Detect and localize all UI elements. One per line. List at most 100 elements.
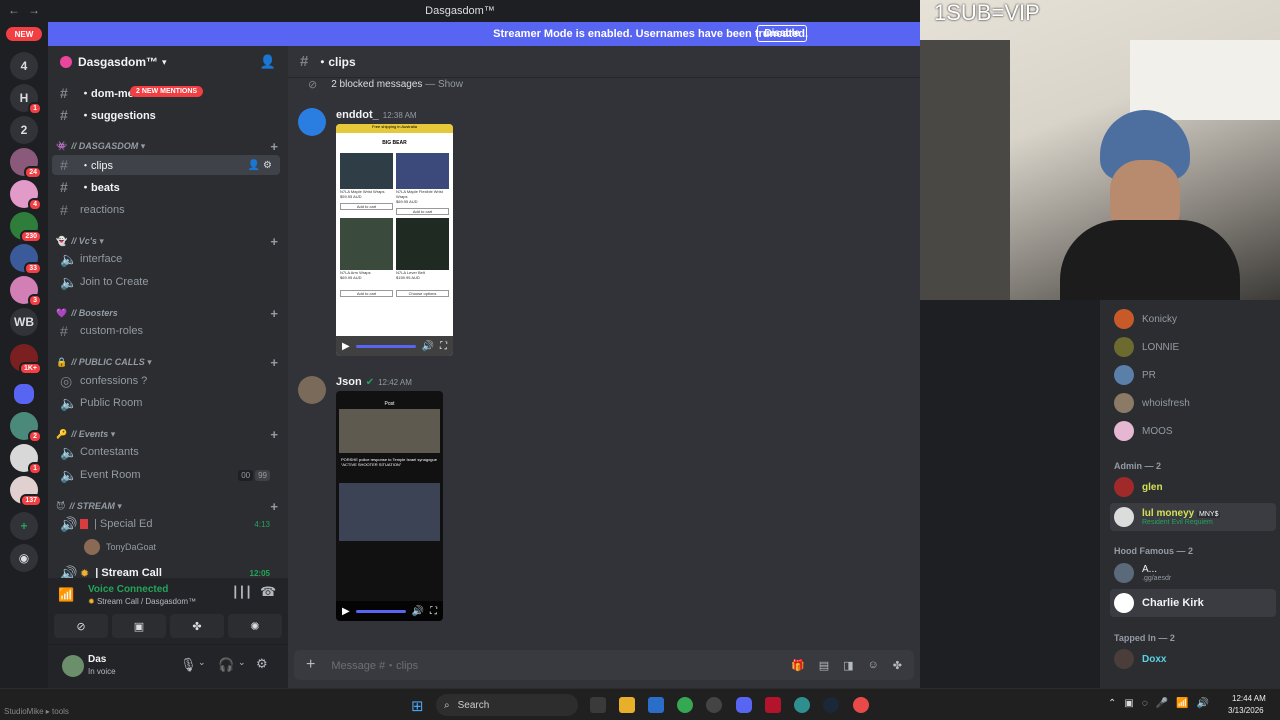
server-icon[interactable]: H1 (10, 84, 42, 115)
channel-interface[interactable]: 🔈 interface (52, 249, 280, 269)
store-icon[interactable] (648, 697, 664, 713)
channel-suggestions[interactable]: # ・suggestions (52, 105, 280, 125)
category-boosters[interactable]: 💜// Boosters + (56, 306, 282, 321)
avatar[interactable] (298, 376, 326, 404)
play-icon[interactable]: ▶ (342, 606, 350, 617)
add-channel-icon[interactable]: + (270, 306, 278, 321)
member-row[interactable]: Doxx (1114, 647, 1166, 671)
server-icon[interactable]: WB (10, 308, 38, 336)
server-icon[interactable]: 137 (10, 476, 42, 507)
server-icon[interactable]: 2 (10, 412, 42, 443)
windows-start-icon[interactable]: ⊞ (411, 697, 424, 715)
clock-time[interactable]: 12:44 AM (1232, 694, 1266, 703)
chrome-icon[interactable] (677, 697, 693, 713)
channel-public-room[interactable]: 🔈 Public Room (52, 393, 280, 413)
category-dasgasdom[interactable]: 👾// DASGASDOM ▾ + (56, 139, 282, 154)
add-channel-icon[interactable]: + (270, 355, 278, 370)
category-events[interactable]: 🔑// Events ▾ + (56, 427, 282, 442)
avatar[interactable] (298, 108, 326, 136)
chrome-alt-icon[interactable] (853, 697, 869, 713)
add-channel-icon[interactable]: + (270, 499, 278, 514)
member-row[interactable]: glen (1114, 475, 1163, 499)
gif-icon[interactable]: ▤ (819, 659, 829, 672)
microphone-icon[interactable]: 🎙 (180, 657, 197, 673)
category-vcs[interactable]: 👻// Vc's ▾ + (56, 234, 282, 249)
show-blocked-link[interactable]: — Show (425, 79, 463, 90)
server-icon[interactable]: 4 (10, 180, 42, 211)
member-row[interactable]: whoisfresh (1114, 391, 1190, 415)
play-icon[interactable]: ▶ (342, 341, 350, 352)
server-icon[interactable]: 33 (10, 244, 42, 275)
category-stream[interactable]: 😈// STREAM ▾ + (56, 499, 282, 514)
gift-icon[interactable]: 🎁 (791, 659, 805, 672)
noise-suppression-icon[interactable]: ┃┃┃ (232, 586, 252, 599)
add-channel-icon[interactable]: + (270, 139, 278, 154)
guild-header[interactable]: Dasgasdom™ ▾ 👤 (48, 46, 288, 78)
file-explorer-icon[interactable] (619, 697, 635, 713)
add-member-icon[interactable]: 👤 (260, 54, 276, 70)
camera-off-icon[interactable]: ⊘ (54, 614, 108, 638)
volume-icon[interactable]: 🔊 (422, 341, 434, 352)
chrome-profile-icon[interactable] (794, 697, 810, 713)
server-icon[interactable]: 1K+ (10, 344, 42, 375)
clock-date[interactable]: 3/13/2026 (1228, 706, 1264, 715)
member-row[interactable]: MOOS (1114, 419, 1173, 443)
system-tray-icons[interactable]: ⌃▣◌🎤📶🔊 (1108, 698, 1217, 709)
server-icon[interactable]: 3 (10, 276, 42, 307)
obs-icon[interactable] (706, 697, 722, 713)
video-attachment[interactable]: Free shipping in Australia BIG BEAR N7LA… (336, 124, 453, 356)
member-row[interactable]: PR (1114, 363, 1156, 387)
back-forward-icons[interactable]: ←→ (8, 3, 48, 17)
channel-reactions[interactable]: # reactions (52, 200, 280, 220)
disable-button[interactable]: Disable (757, 25, 807, 42)
disconnect-icon[interactable]: ☎ (260, 584, 276, 600)
message-author[interactable]: enddot_ (336, 109, 379, 121)
taskbar-search[interactable]: ⌕ Search (436, 694, 578, 716)
discover-icon[interactable]: ◉ (10, 544, 38, 572)
new-pill[interactable]: NEW (6, 27, 42, 41)
new-mentions-pill[interactable]: 2 NEW MENTIONS (130, 86, 204, 97)
member-row[interactable]: LONNIE (1114, 335, 1179, 359)
video-progress[interactable] (355, 344, 416, 348)
discord-icon[interactable] (736, 697, 752, 713)
voice-user-tonydagoat[interactable]: TonyDaGoat (76, 537, 280, 557)
fullscreen-icon[interactable]: ⛶ (430, 606, 437, 617)
chevron-down-icon[interactable]: ⌄ (198, 657, 206, 668)
channel-confessions[interactable]: ◎ confessions ? (52, 371, 280, 391)
apps-icon[interactable]: ✤ (893, 659, 902, 672)
channel-beats[interactable]: # ・beats (52, 177, 280, 197)
fullscreen-icon[interactable]: ⛶ (440, 341, 447, 352)
video-attachment[interactable]: Post PORSHE police response to Temple Is… (336, 391, 443, 621)
screen-share-icon[interactable]: ▣ (112, 614, 166, 638)
channel-special-ed[interactable]: 🔊 | Special Ed 4:13 (52, 514, 280, 534)
sticker-icon[interactable]: ◨ (843, 659, 853, 672)
channel-event-room[interactable]: 🔈 Event Room 00 99 (52, 465, 280, 485)
server-icon[interactable]: 230 (10, 212, 42, 243)
soundboard-icon[interactable]: ✺ (228, 614, 282, 638)
server-icon[interactable]: 24 (10, 148, 42, 179)
channel-join-to-create[interactable]: 🔈 Join to Create (52, 272, 280, 292)
add-attachment-icon[interactable]: + (306, 656, 315, 674)
server-icon[interactable]: 2 (10, 116, 38, 144)
task-view-icon[interactable] (590, 697, 606, 713)
emoji-icon[interactable]: ☺ (868, 659, 879, 672)
category-public-calls[interactable]: 🔒// PUBLIC CALLS ▾ + (56, 355, 282, 370)
message-author[interactable]: Json (336, 376, 362, 388)
add-server-icon[interactable]: + (10, 512, 38, 540)
add-channel-icon[interactable]: + (270, 427, 278, 442)
gear-icon[interactable]: ⚙ (256, 656, 268, 672)
video-progress[interactable] (355, 609, 406, 613)
server-icon[interactable]: 4 (10, 52, 38, 80)
channel-clips[interactable]: # ・clips 👤 ⚙ (52, 155, 280, 175)
headphones-icon[interactable]: 🎧 (218, 657, 234, 673)
volume-icon[interactable]: 🔊 (412, 606, 424, 617)
voice-status[interactable]: Voice Connected (88, 584, 168, 595)
avatar[interactable] (62, 655, 84, 677)
voice-location[interactable]: ✹ Stream Call / Dasgasdom™ (88, 597, 196, 606)
member-row[interactable]: Charlie Kirk (1110, 589, 1276, 617)
member-row[interactable]: lul moneyy MNY$ Resident Evil Requiem (1110, 503, 1276, 531)
chevron-down-icon[interactable]: ⌄ (238, 657, 246, 668)
server-icon[interactable] (14, 384, 34, 404)
activities-icon[interactable]: ✤ (170, 614, 224, 638)
steam-icon[interactable] (823, 697, 839, 713)
